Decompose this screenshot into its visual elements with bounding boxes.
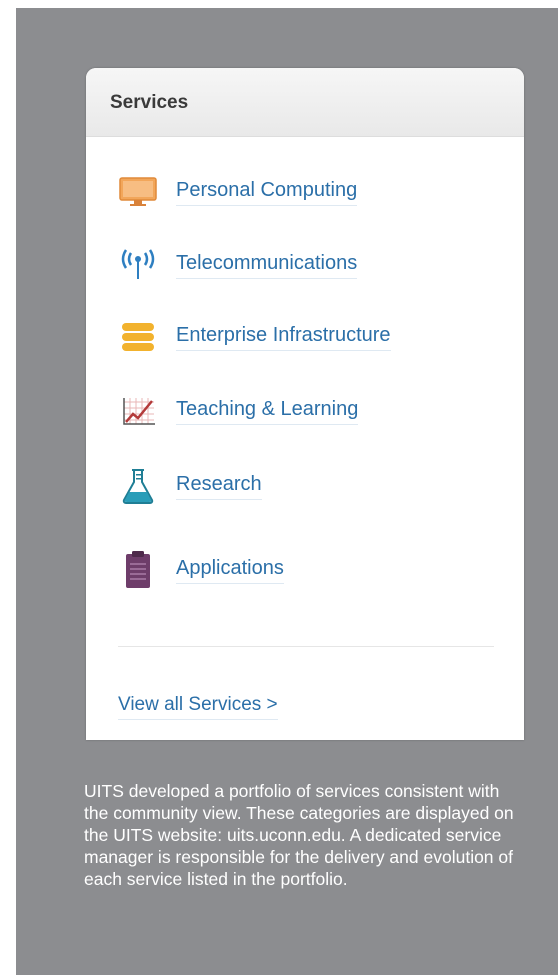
card-header: Services (86, 68, 524, 137)
service-label: Telecommunications (176, 252, 358, 279)
service-label: Personal Computing (176, 179, 358, 206)
flask-icon (118, 468, 158, 504)
card-title: Services (110, 92, 189, 113)
line-chart-icon (118, 393, 158, 429)
database-icon (118, 319, 158, 355)
divider (118, 646, 494, 647)
services-card: Services Personal Computing Telecommunic… (86, 68, 524, 740)
service-label: Applications (176, 557, 284, 584)
caption-text: UITS developed a portfolio of services c… (84, 780, 514, 889)
antenna-icon (118, 247, 158, 283)
clipboard-icon (118, 551, 158, 588)
service-label: Teaching & Learning (176, 398, 359, 425)
service-link-personal-computing[interactable]: Personal Computing (118, 172, 358, 212)
monitor-icon (118, 174, 158, 210)
service-link-applications[interactable]: Applications (118, 550, 284, 590)
service-link-telecommunications[interactable]: Telecommunications (118, 245, 358, 285)
view-all-services-link[interactable]: View all Services > (118, 694, 278, 720)
service-link-teaching-learning[interactable]: Teaching & Learning (118, 391, 359, 431)
service-link-research[interactable]: Research (118, 466, 262, 506)
service-label: Research (176, 473, 262, 500)
service-label: Enterprise Infrastructure (176, 324, 391, 351)
service-link-enterprise-infrastructure[interactable]: Enterprise Infrastructure (118, 317, 391, 357)
